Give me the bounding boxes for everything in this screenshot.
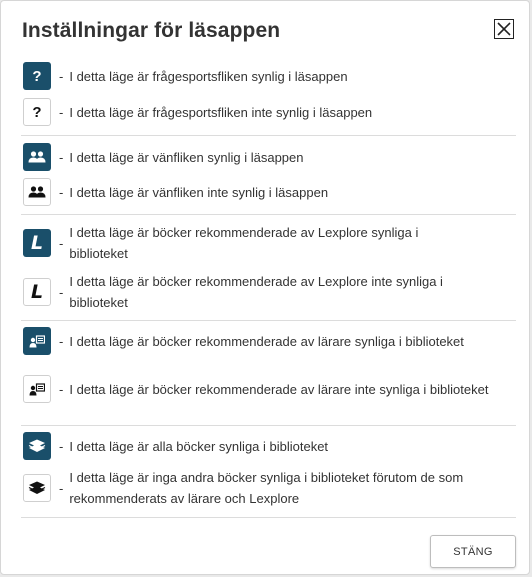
legend-item-books-hidden: - I detta läge är inga andra böcker synl… xyxy=(23,467,503,509)
dash: - xyxy=(59,149,64,165)
divider xyxy=(21,425,516,426)
legend-text: I detta läge är alla böcker synliga i bi… xyxy=(69,438,329,454)
legend-item-books-visible: - I detta läge är alla böcker synliga i … xyxy=(23,432,503,460)
close-icon[interactable] xyxy=(494,19,514,39)
legend-item-quiz-hidden: ? - I detta läge är frågesportsfliken in… xyxy=(23,98,503,126)
dash: - xyxy=(59,480,64,496)
dash: - xyxy=(59,68,64,84)
dialog-title: Inställningar för läsappen xyxy=(22,19,281,42)
question-icon: ? xyxy=(23,62,51,90)
legend-text: I detta läge är frågesportsfliken synlig… xyxy=(69,68,348,84)
question-icon: ? xyxy=(23,98,51,126)
dash: - xyxy=(59,438,64,454)
legend-item-lexplore-hidden: L - I detta läge är böcker rekommenderad… xyxy=(23,271,503,313)
dash: - xyxy=(59,381,64,397)
legend-item-teacher-hidden: - I detta läge är böcker rekommenderade … xyxy=(23,375,503,403)
legend-text: I detta läge är böcker rekommenderade av… xyxy=(69,333,464,349)
dash: - xyxy=(59,184,64,200)
friends-icon xyxy=(23,143,51,171)
books-icon xyxy=(23,432,51,460)
legend-text: I detta läge är böcker rekommenderade av… xyxy=(69,225,419,261)
dash: - xyxy=(59,333,64,349)
divider xyxy=(21,214,516,215)
legend-text: I detta läge är inga andra böcker synlig… xyxy=(69,470,464,506)
lexplore-icon: L xyxy=(23,229,51,257)
divider xyxy=(21,517,516,518)
legend-text: I detta läge är frågesportsfliken inte s… xyxy=(69,104,373,120)
legend-item-friends-visible: - I detta läge är vänfliken synlig i läs… xyxy=(23,143,503,171)
legend-text: I detta läge är böcker rekommenderade av… xyxy=(69,381,489,397)
dash: - xyxy=(59,104,64,120)
legend-item-friends-hidden: - I detta läge är vänfliken inte synlig … xyxy=(23,178,503,206)
books-icon xyxy=(23,474,51,502)
legend-item-quiz-visible: ? - I detta läge är frågesportsfliken sy… xyxy=(23,62,503,90)
divider xyxy=(21,320,516,321)
teacher-icon xyxy=(23,375,51,403)
teacher-icon xyxy=(23,327,51,355)
legend-item-teacher-visible: - I detta läge är böcker rekommenderade … xyxy=(23,327,503,355)
legend-item-lexplore-visible: L - I detta läge är böcker rekommenderad… xyxy=(23,222,503,264)
friends-icon xyxy=(23,178,51,206)
lexplore-icon: L xyxy=(23,278,51,306)
dash: - xyxy=(59,235,64,251)
legend-text: I detta läge är vänfliken inte synlig i … xyxy=(69,184,329,200)
settings-dialog: Inställningar för läsappen ? - I detta l… xyxy=(0,0,530,575)
legend-text: I detta läge är böcker rekommenderade av… xyxy=(69,274,443,310)
close-button[interactable]: STÄNG xyxy=(430,535,516,568)
divider xyxy=(21,135,516,136)
legend-text: I detta läge är vänfliken synlig i läsap… xyxy=(69,149,304,165)
dash: - xyxy=(59,284,64,300)
